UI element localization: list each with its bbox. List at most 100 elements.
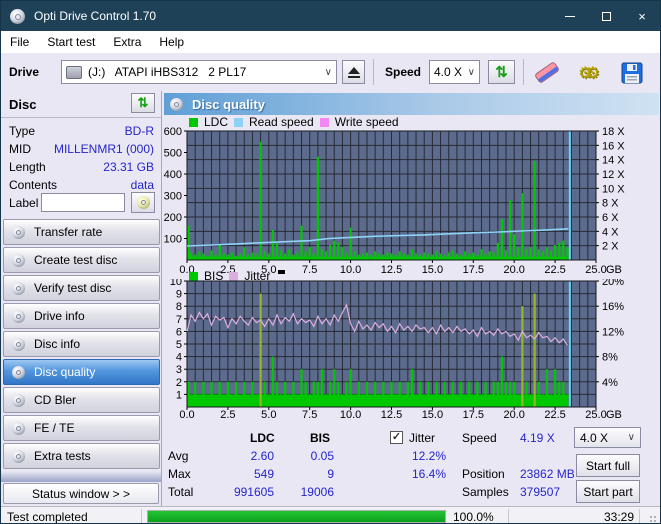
disc-refresh-button[interactable]: ⇅ (131, 93, 155, 113)
sidebar-item-label: Disc quality (34, 365, 96, 379)
sidebar-item-drive-info[interactable]: Drive info (3, 303, 160, 329)
disc-contents-value[interactable]: data (131, 178, 154, 192)
settings-button[interactable]: ⚙⚙ (574, 59, 604, 86)
title-bar: Opti Drive Control 1.70 × (1, 1, 660, 31)
svg-text:2.5: 2.5 (220, 409, 235, 421)
svg-text:9: 9 (176, 289, 182, 301)
disc-icon (12, 421, 25, 435)
resize-grip[interactable] (649, 515, 657, 523)
disc-icon (12, 337, 25, 351)
svg-text:0.0: 0.0 (179, 409, 194, 421)
speed-combobox[interactable]: 4.0 X ∨ (429, 60, 480, 84)
disc-icon (12, 309, 25, 323)
close-button[interactable]: × (624, 1, 660, 31)
menu-bar: File Start test Extra Help (1, 31, 660, 53)
sidebar-item-label: Verify test disc (34, 281, 112, 295)
sidebar: Disc ⇅ Type BD-R MID MILLENMR1 (000) Len… (1, 91, 162, 506)
avg-ldc-value: 2.60 (250, 449, 274, 463)
total-bis-value: 19006 (300, 485, 334, 499)
save-button[interactable] (617, 59, 647, 86)
sidebar-item-transfer-rate[interactable]: Transfer rate (3, 219, 160, 245)
svg-text:8 X: 8 X (602, 198, 619, 210)
start-full-label: Start full (585, 458, 630, 473)
menu-help[interactable]: Help (150, 35, 193, 49)
svg-text:25.0: 25.0 (585, 264, 606, 276)
test-speed-combobox[interactable]: 4.0 X ∨ (574, 427, 641, 448)
disc-quality-icon (170, 97, 183, 111)
speed-label: Speed (462, 431, 497, 445)
svg-text:200: 200 (164, 212, 182, 224)
max-bis-value: 9 (327, 467, 334, 481)
sidebar-item-label: Extra tests (34, 449, 91, 463)
start-part-button[interactable]: Start part (576, 480, 640, 503)
status-window-label: Status window > > (31, 486, 131, 501)
svg-text:17.5: 17.5 (463, 409, 484, 421)
panel-title: Disc quality (192, 96, 265, 112)
svg-text:8: 8 (176, 301, 182, 313)
disc-label-button[interactable] (131, 192, 155, 213)
refresh-button[interactable]: ⇅ (488, 60, 515, 84)
svg-text:16 X: 16 X (602, 140, 625, 152)
sidebar-item-disc-quality[interactable]: Disc quality (3, 359, 160, 385)
sidebar-item-fe-te[interactable]: FE / TE (3, 415, 160, 441)
minimize-button[interactable] (552, 1, 588, 31)
max-row-label: Max (168, 467, 191, 481)
start-full-button[interactable]: Start full (576, 454, 640, 477)
refresh-icon: ⇅ (137, 95, 149, 110)
elapsed-time: 33:29 (603, 510, 634, 524)
bis-column-header: BIS (310, 431, 331, 445)
statusbar-separator (141, 509, 142, 523)
svg-text:600: 600 (164, 127, 182, 138)
svg-text:4 X: 4 X (602, 226, 619, 238)
disc-icon (12, 225, 25, 239)
menu-file[interactable]: File (1, 35, 38, 49)
sidebar-item-create-test-disc[interactable]: Create test disc (3, 247, 160, 273)
svg-text:20.0: 20.0 (503, 264, 524, 276)
chevron-down-icon: ∨ (627, 432, 635, 443)
svg-text:6: 6 (176, 326, 182, 338)
svg-text:500: 500 (164, 148, 182, 160)
eraser-icon (534, 61, 560, 84)
sidebar-item-disc-info[interactable]: Disc info (3, 331, 160, 357)
sidebar-item-extra-tests[interactable]: Extra tests (3, 443, 160, 469)
disc-mid-label: MID (9, 142, 31, 156)
drive-label: Drive (9, 65, 40, 79)
statusbar-separator (508, 509, 509, 523)
erase-disc-button[interactable] (532, 59, 562, 86)
sidebar-item-verify-test-disc[interactable]: Verify test disc (3, 275, 160, 301)
svg-text:16%: 16% (602, 301, 624, 313)
svg-text:4: 4 (176, 352, 182, 364)
menu-extra[interactable]: Extra (104, 35, 150, 49)
maximize-icon (601, 11, 611, 21)
sidebar-item-cd-bler[interactable]: CD Bler (3, 387, 160, 413)
disc-contents-row: Contents data (9, 178, 154, 192)
svg-text:10 X: 10 X (602, 183, 625, 195)
svg-text:2 X: 2 X (602, 241, 619, 253)
svg-text:8%: 8% (602, 352, 618, 364)
floppy-disk-icon (621, 62, 643, 83)
total-ldc-value: 991605 (233, 485, 274, 499)
status-window-button[interactable]: Status window > > (3, 483, 159, 504)
speed-combobox-value: 4.0 X (434, 65, 463, 79)
svg-text:22.5: 22.5 (544, 409, 565, 421)
jitter-checkbox[interactable]: ✓ (390, 431, 403, 444)
disc-length-row: Length 23.31 GB (9, 160, 154, 174)
test-speed-value: 4.0 X (580, 430, 609, 445)
menu-start-test[interactable]: Start test (38, 35, 104, 49)
avg-jitter-value: 12.2% (411, 449, 446, 463)
eject-icon (347, 66, 360, 74)
svg-text:5: 5 (176, 339, 182, 351)
svg-text:3: 3 (176, 364, 182, 376)
disc-contents-label: Contents (9, 178, 58, 192)
drive-combobox[interactable]: (J:) ATAPI iHBS312 2 PL17 ∨ (61, 60, 337, 84)
svg-text:17.5: 17.5 (463, 264, 484, 276)
ldc-read-speed-chart: 100 200 300 400 500 600 2 X 4 X 6 X 8 X 10 X 12 X 14… (164, 127, 626, 276)
disc-length-label: Length (9, 160, 46, 174)
maximize-button[interactable] (588, 1, 624, 31)
sidebar-item-label: Disc info (34, 337, 81, 351)
eject-button[interactable] (342, 60, 365, 84)
avg-row-label: Avg (168, 449, 189, 463)
disc-label-input[interactable] (41, 193, 125, 212)
svg-text:10: 10 (170, 279, 182, 288)
summary-panel: LDC BIS ✓ Jitter Avg 2.60 0.05 12.2% Max… (162, 427, 660, 506)
